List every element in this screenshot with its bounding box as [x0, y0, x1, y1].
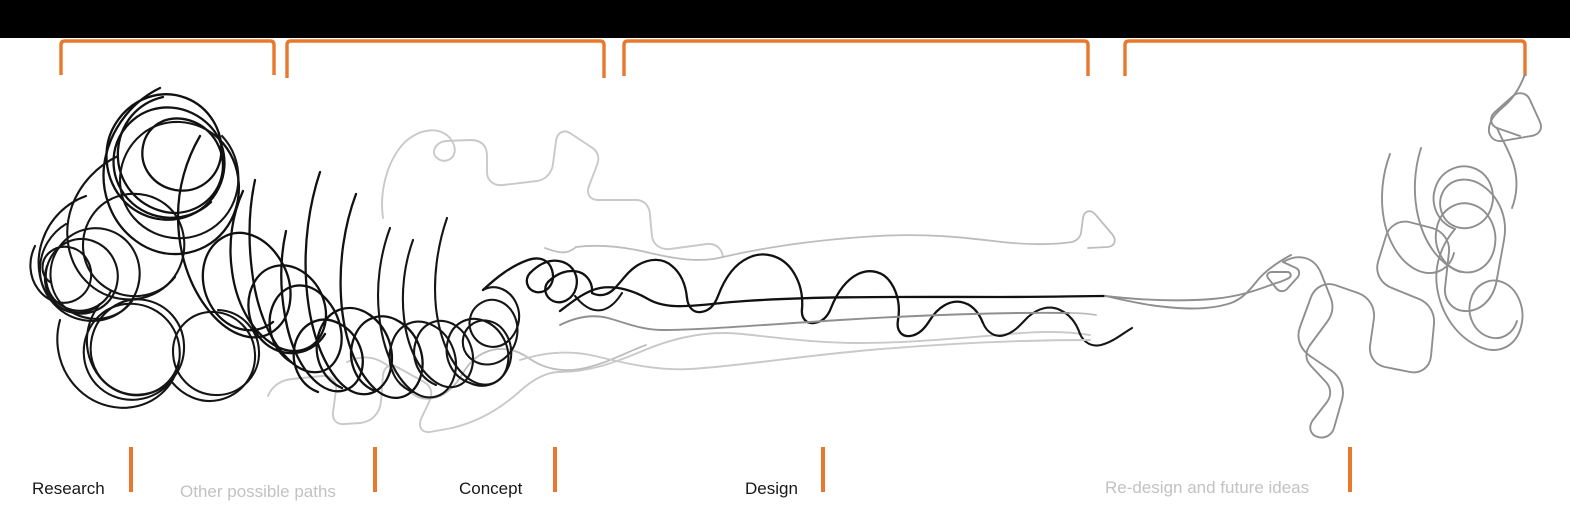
phase-tick-research — [129, 447, 133, 492]
alternate-paths-upper — [381, 129, 1116, 261]
phase-tick-design — [821, 447, 825, 492]
label-research: Research — [32, 479, 105, 498]
diagram-canvas: .ink { fill:none; stroke:#151515; stroke… — [0, 0, 1570, 528]
phase-tick-other-paths — [373, 447, 377, 492]
label-redesign-and-future-ideas: Re-design and future ideas — [1105, 478, 1310, 497]
bracket-2 — [285, 39, 606, 78]
label-other-possible-paths: Other possible paths — [180, 482, 336, 501]
bracket-3 — [622, 39, 1090, 76]
label-concept: Concept — [459, 479, 523, 498]
phase-tick-redesign — [1348, 447, 1352, 492]
label-design: Design — [745, 479, 798, 498]
bracket-4 — [1123, 39, 1527, 76]
phase-tick-concept — [553, 447, 557, 492]
design-squiggle-illustration: .ink { fill:none; stroke:#151515; stroke… — [29, 39, 1542, 492]
bracket-group — [59, 39, 1527, 78]
chaos-scribble-left — [29, 86, 594, 409]
future-ideas-loops — [1105, 73, 1542, 439]
bracket-1 — [59, 39, 276, 75]
